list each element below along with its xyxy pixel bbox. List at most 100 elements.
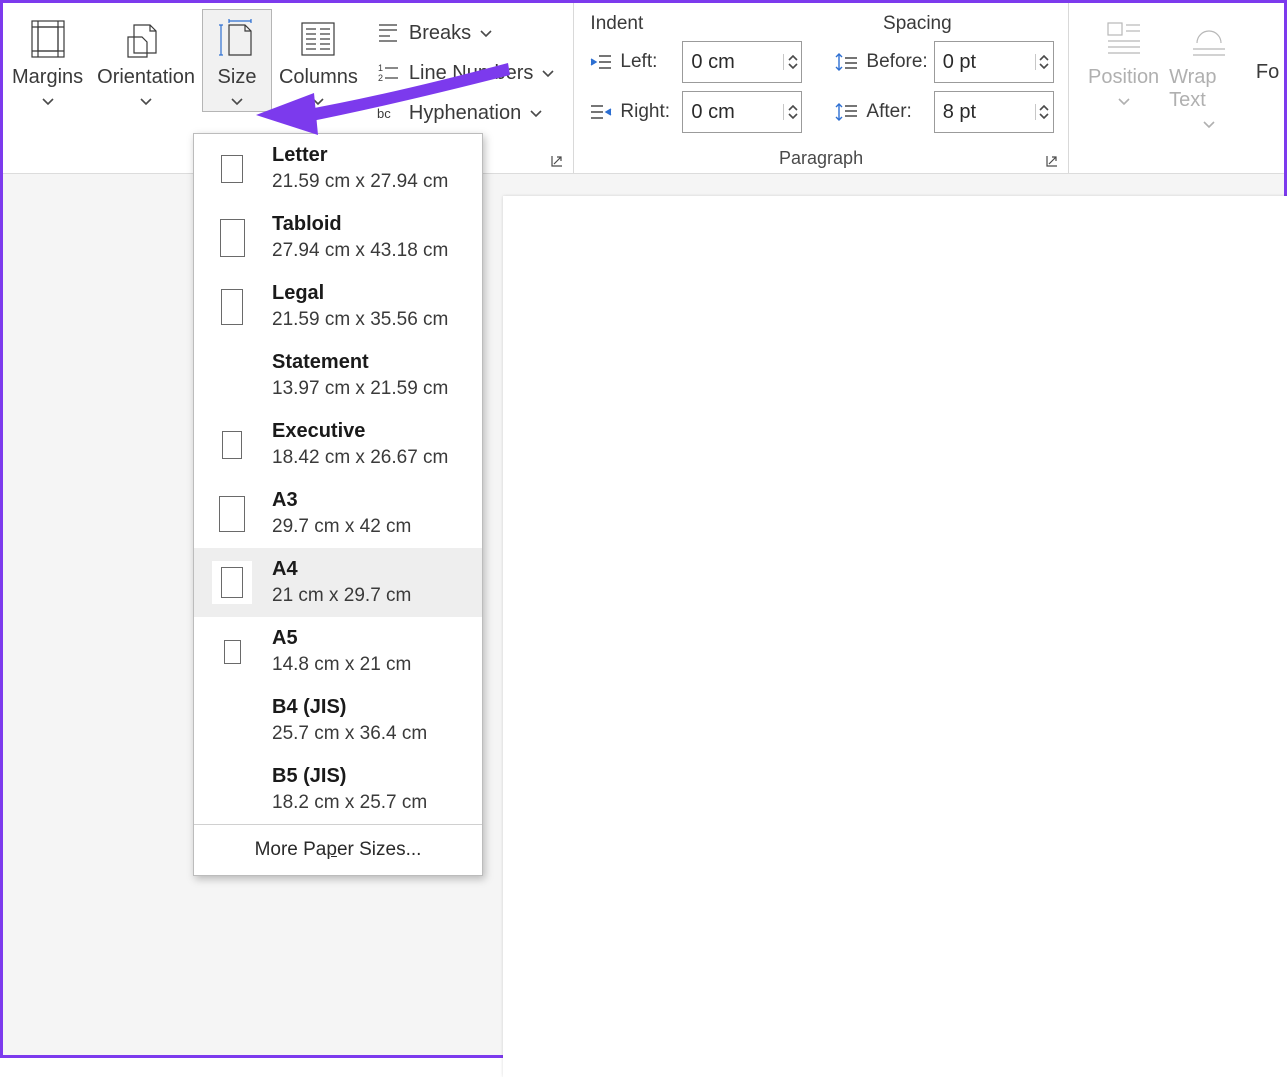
size-option-name: Executive (272, 420, 448, 443)
size-option-dimensions: 21 cm x 29.7 cm (272, 585, 411, 607)
space-after-icon (834, 99, 860, 125)
dialog-launcher-page-setup[interactable] (549, 153, 565, 169)
svg-text:1: 1 (378, 63, 383, 73)
space-after-label: After: (866, 101, 927, 123)
spacing-heading: Spacing (883, 13, 952, 35)
spinner-arrows[interactable] (783, 54, 801, 70)
chevron-down-icon (541, 65, 555, 81)
size-option-name: Tabloid (272, 213, 448, 236)
page-thumb-icon (219, 496, 245, 532)
indent-right-spinbox[interactable]: 0 cm (682, 91, 802, 133)
hyphenation-icon: bc (375, 100, 401, 126)
indent-left-label: Left: (620, 51, 676, 73)
size-option-dimensions: 21.59 cm x 35.56 cm (272, 309, 448, 331)
columns-button[interactable]: Columns (272, 9, 365, 112)
indent-right-label: Right: (620, 101, 676, 123)
size-option-a4[interactable]: A4 21 cm x 29.7 cm (194, 548, 482, 617)
breaks-button[interactable]: Breaks (369, 13, 562, 53)
spinner-arrows[interactable] (1035, 104, 1053, 120)
size-option-executive[interactable]: Executive 18.42 cm x 26.67 cm (194, 410, 482, 479)
chevron-down-icon (230, 93, 244, 109)
position-button: Position (1085, 9, 1162, 135)
orientation-label: Orientation (97, 66, 195, 89)
hyphenation-button[interactable]: bc Hyphenation (369, 93, 562, 133)
indent-right-value: 0 cm (683, 101, 783, 124)
document-page[interactable] (503, 196, 1287, 1077)
size-option-dimensions: 21.59 cm x 27.94 cm (272, 171, 448, 193)
indent-left-spinbox[interactable]: 0 cm (682, 41, 802, 83)
page-thumb-icon (220, 219, 245, 257)
page-thumb-icon (221, 567, 243, 598)
spinner-arrows[interactable] (783, 104, 801, 120)
size-option-dimensions: 25.7 cm x 36.4 cm (272, 723, 427, 745)
orientation-button[interactable]: Orientation (90, 9, 202, 112)
size-option-name: Legal (272, 282, 448, 305)
margins-label: Margins (12, 66, 83, 89)
indent-left-icon (588, 49, 614, 75)
size-option-name: B4 (JIS) (272, 696, 427, 719)
margins-button[interactable]: Margins (5, 9, 90, 112)
position-label: Position (1088, 66, 1159, 89)
space-before-icon (834, 49, 860, 75)
hyphenation-label: Hyphenation (409, 102, 521, 125)
size-option-name: Statement (272, 351, 448, 374)
breaks-label: Breaks (409, 22, 471, 45)
page-thumb-icon (222, 431, 242, 459)
size-option-b4-jis-[interactable]: B4 (JIS) 25.7 cm x 36.4 cm (194, 686, 482, 755)
size-label: Size (218, 66, 257, 89)
size-option-legal[interactable]: Legal 21.59 cm x 35.56 cm (194, 272, 482, 341)
size-option-name: A4 (272, 558, 411, 581)
spinner-arrows[interactable] (1035, 54, 1053, 70)
orientation-icon (124, 16, 168, 62)
size-option-dimensions: 27.94 cm x 43.18 cm (272, 240, 448, 262)
indent-left-value: 0 cm (683, 51, 783, 74)
page-thumb-icon (221, 155, 243, 183)
size-option-dimensions: 14.8 cm x 21 cm (272, 654, 411, 676)
breaks-icon (375, 20, 401, 46)
size-option-name: Letter (272, 144, 448, 167)
truncated-label: Fo (1255, 9, 1280, 135)
page-thumb-icon (224, 640, 241, 664)
size-option-dimensions: 13.97 cm x 21.59 cm (272, 378, 448, 400)
svg-text:bc: bc (377, 106, 391, 121)
chevron-down-icon (529, 105, 543, 121)
size-option-dimensions: 29.7 cm x 42 cm (272, 516, 411, 538)
columns-icon (296, 16, 340, 62)
size-button[interactable]: Size (202, 9, 272, 112)
space-after-spinbox[interactable]: 8 pt (934, 91, 1054, 133)
wrap-text-button: Wrap Text (1162, 9, 1255, 135)
space-after-value: 8 pt (935, 101, 1035, 124)
size-option-a3[interactable]: A3 29.7 cm x 42 cm (194, 479, 482, 548)
position-icon (1102, 16, 1146, 62)
size-option-a5[interactable]: A5 14.8 cm x 21 cm (194, 617, 482, 686)
more-paper-sizes[interactable]: More Paper Sizes... (194, 824, 482, 875)
line-numbers-icon: 12 (375, 60, 401, 86)
wrap-text-label: Wrap Text (1169, 66, 1248, 112)
group-arrange: Position Wrap Text Fo (1069, 3, 1284, 173)
size-option-name: A3 (272, 489, 411, 512)
space-before-label: Before: (866, 51, 927, 73)
size-option-b5-jis-[interactable]: B5 (JIS)18.2 cm x 25.7 cm (194, 755, 482, 824)
line-numbers-label: Line Numbers (409, 62, 534, 85)
line-numbers-button[interactable]: 12 Line Numbers (369, 53, 562, 93)
group-label-paragraph: Paragraph (578, 143, 1063, 173)
size-option-tabloid[interactable]: Tabloid 27.94 cm x 43.18 cm (194, 203, 482, 272)
chevron-down-icon (311, 93, 325, 109)
size-option-name: B5 (JIS) (272, 765, 427, 788)
size-option-dimensions: 18.42 cm x 26.67 cm (272, 447, 448, 469)
chevron-down-icon (139, 93, 153, 109)
page-thumb-icon (221, 289, 243, 325)
svg-text:2: 2 (378, 73, 383, 83)
wrap-text-icon (1187, 16, 1231, 62)
size-option-letter[interactable]: Letter 21.59 cm x 27.94 cm (194, 134, 482, 203)
space-before-spinbox[interactable]: 0 pt (934, 41, 1054, 83)
size-icon (215, 16, 259, 62)
indent-right-icon (588, 99, 614, 125)
chevron-down-icon (479, 25, 493, 41)
chevron-down-icon (41, 93, 55, 109)
size-option-statement[interactable]: Statement 13.97 cm x 21.59 cm (194, 341, 482, 410)
group-paragraph: Indent Spacing Left: 0 cm Before: 0 pt R… (574, 3, 1068, 173)
dialog-launcher-paragraph[interactable] (1044, 153, 1060, 169)
indent-heading: Indent (590, 13, 643, 35)
size-option-name: A5 (272, 627, 411, 650)
